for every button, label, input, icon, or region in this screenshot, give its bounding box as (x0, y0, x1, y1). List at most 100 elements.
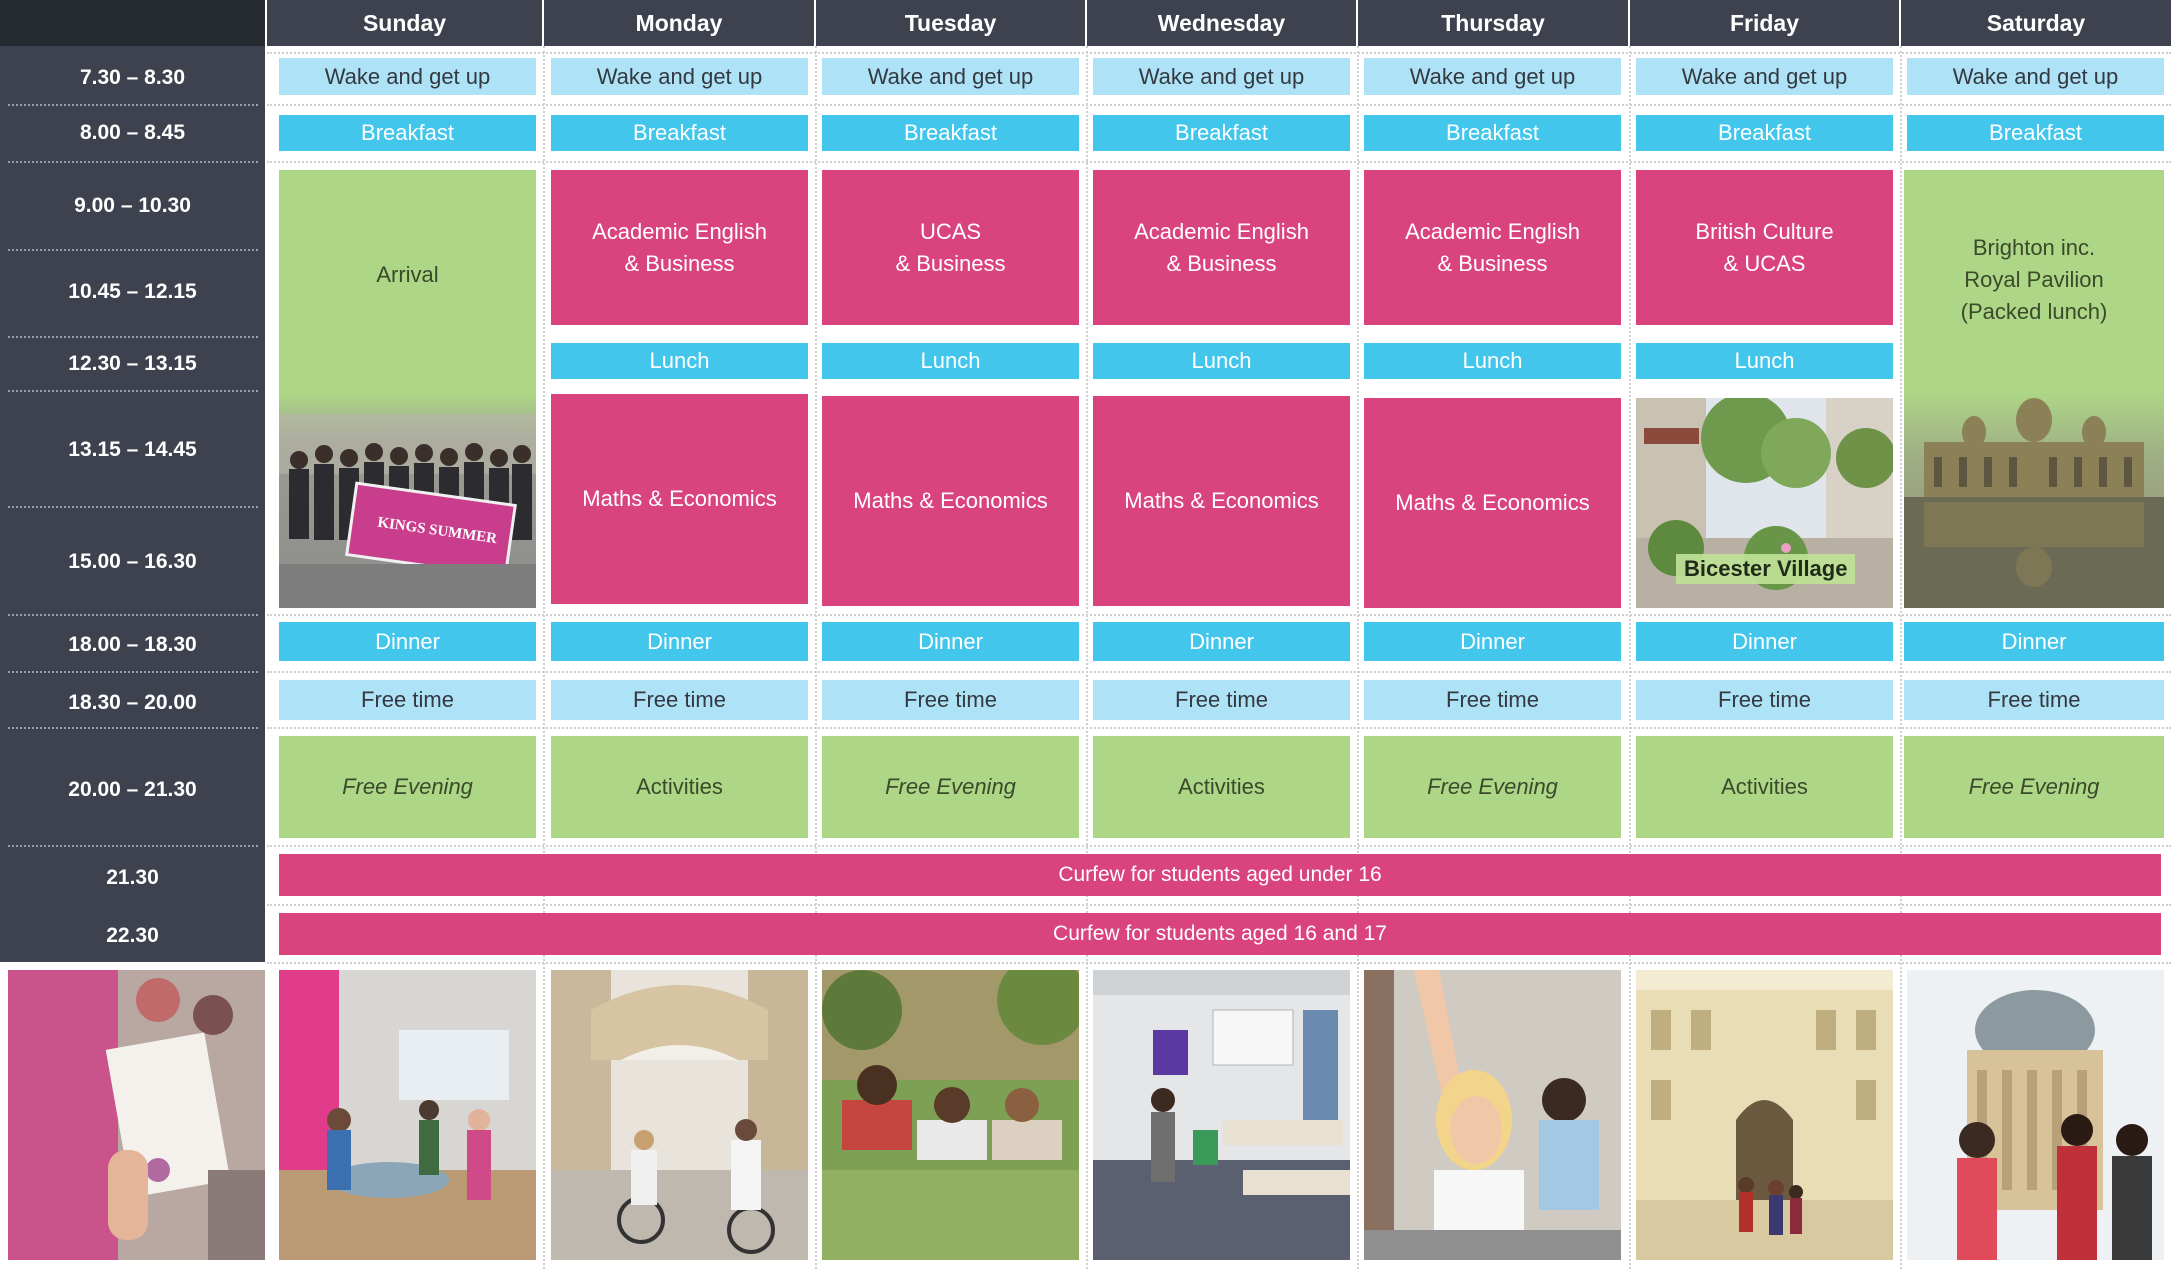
event-afternoon-class: Maths & Economics (1093, 396, 1350, 606)
day-header-saturday: Saturday (1899, 0, 2171, 46)
event-evening: Free Evening (822, 736, 1079, 838)
event-free-time: Free time (279, 680, 536, 720)
bicester-village-photo: Bicester Village (1636, 398, 1893, 608)
time-divider (8, 104, 258, 106)
day-header-friday: Friday (1628, 0, 1899, 46)
event-breakfast: Breakfast (279, 115, 536, 151)
grid-line (267, 845, 2171, 847)
royal-pavilion-photo-icon (1904, 392, 2164, 608)
time-label: 13.15 – 14.45 (68, 438, 197, 461)
event-evening: Free Evening (1904, 736, 2164, 838)
time-divider (8, 727, 258, 729)
photo-radcliffe-camera (1907, 970, 2164, 1260)
time-label: 20.00 – 21.30 (68, 778, 197, 801)
grid-line (1900, 46, 1902, 1269)
event-dinner: Dinner (1364, 622, 1621, 661)
grid-line (267, 904, 2171, 906)
photo-bridge-of-sighs (551, 970, 808, 1260)
event-lunch: Lunch (822, 343, 1079, 379)
time-divider (8, 671, 258, 673)
event-breakfast: Breakfast (1907, 115, 2164, 151)
event-breakfast: Breakfast (1364, 115, 1621, 151)
event-wake: Wake and get up (1907, 58, 2164, 95)
corner-cell (0, 0, 265, 46)
event-morning-class: Academic English & Business (551, 170, 808, 325)
event-saturday-trip: Brighton inc. Royal Pavilion (Packed lun… (1960, 235, 2108, 324)
event-afternoon-class: Maths & Economics (551, 394, 808, 604)
event-dinner: Dinner (279, 622, 536, 661)
event-wake: Wake and get up (279, 58, 536, 95)
time-divider (8, 390, 258, 392)
grid-line (267, 614, 2171, 616)
event-lunch: Lunch (1093, 343, 1350, 379)
time-label: 7.30 – 8.30 (79, 66, 186, 89)
event-wake: Wake and get up (1636, 58, 1893, 95)
event-dinner: Dinner (1093, 622, 1350, 661)
event-free-time: Free time (551, 680, 808, 720)
grid-line (267, 104, 2171, 106)
time-divider (8, 249, 258, 251)
day-header-tuesday: Tuesday (814, 0, 1085, 46)
students-on-grass-photo-icon (822, 970, 1079, 1260)
event-morning-class: UCAS & Business (822, 170, 1079, 325)
event-lunch: Lunch (1364, 343, 1621, 379)
event-breakfast: Breakfast (1093, 115, 1350, 151)
event-wake: Wake and get up (822, 58, 1079, 95)
curfew-under-16: Curfew for students aged under 16 (279, 854, 2161, 896)
event-dinner: Dinner (822, 622, 1079, 661)
grid-line (267, 962, 2171, 964)
grid-line (1086, 46, 1088, 1269)
event-wake: Wake and get up (1364, 58, 1621, 95)
event-evening: Activities (551, 736, 808, 838)
event-dinner: Dinner (1636, 622, 1893, 661)
time-divider (8, 614, 258, 616)
event-morning-class: British Culture & UCAS (1636, 170, 1893, 325)
grid-line (815, 46, 817, 1269)
curfew-16-17: Curfew for students aged 16 and 17 (279, 913, 2161, 955)
event-afternoon-class: Maths & Economics (1364, 398, 1621, 608)
grid-line (1629, 46, 1631, 1269)
event-breakfast: Breakfast (1636, 115, 1893, 151)
event-free-time: Free time (1093, 680, 1350, 720)
time-label: 15.00 – 16.30 (68, 550, 197, 573)
event-arrival: Arrival (376, 262, 439, 288)
grid-line (1357, 46, 1359, 1269)
photo-lounge (279, 970, 536, 1260)
grid-line (267, 161, 2171, 163)
college-gate-photo-icon (1636, 970, 1893, 1260)
grid-line (267, 727, 2171, 729)
event-dinner: Dinner (1904, 622, 2164, 661)
event-lunch: Lunch (551, 343, 808, 379)
day-header-wednesday: Wednesday (1085, 0, 1356, 46)
event-evening: Free Evening (1364, 736, 1621, 838)
event-evening: Free Evening (279, 736, 536, 838)
bicester-village-caption: Bicester Village (1676, 554, 1856, 584)
time-label: 22.30 (106, 924, 159, 947)
time-label: 8.00 – 8.45 (79, 121, 186, 144)
photo-college-gate (1636, 970, 1893, 1260)
event-wake: Wake and get up (551, 58, 808, 95)
time-divider (8, 161, 258, 163)
group-photo-icon: KINGS SUMMER (279, 394, 536, 608)
event-evening: Activities (1636, 736, 1893, 838)
photo-students-on-grass (822, 970, 1079, 1260)
student-raising-hand-photo-icon (1364, 970, 1621, 1260)
event-breakfast: Breakfast (551, 115, 808, 151)
event-free-time: Free time (1636, 680, 1893, 720)
lounge-photo-icon (279, 970, 536, 1260)
day-header-sunday: Sunday (265, 0, 542, 46)
event-morning-class: Academic English & Business (1364, 170, 1621, 325)
bridge-of-sighs-photo-icon (551, 970, 808, 1260)
grid-line (267, 671, 2171, 673)
arrival-group-photo: KINGS SUMMER (279, 394, 536, 608)
radcliffe-camera-photo-icon (1907, 970, 2164, 1260)
event-afternoon-class: Maths & Economics (822, 396, 1079, 606)
time-label: 9.00 – 10.30 (74, 194, 191, 217)
event-free-time: Free time (1364, 680, 1621, 720)
event-lunch: Lunch (1636, 343, 1893, 379)
time-divider (8, 336, 258, 338)
classroom-photo-icon (1093, 970, 1350, 1260)
time-divider (8, 845, 258, 847)
grid-line (267, 52, 2171, 54)
grid-line (543, 46, 545, 1269)
